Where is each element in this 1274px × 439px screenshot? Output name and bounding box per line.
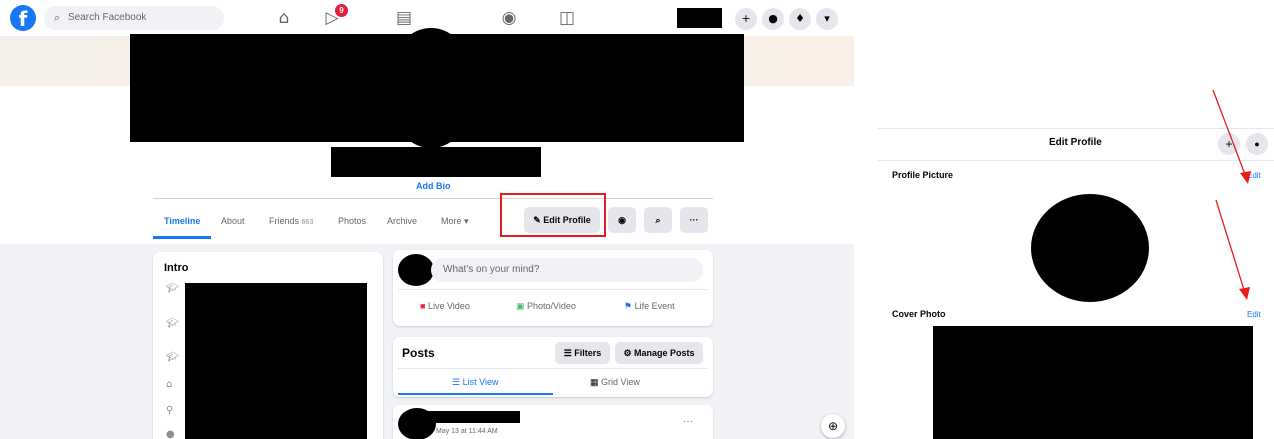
filters-label: Filters xyxy=(574,348,602,358)
grid-view-label: Grid View xyxy=(601,377,640,387)
watch-notification-badge: 9 xyxy=(335,4,348,17)
redacted-intro-details xyxy=(185,283,367,439)
redacted-profile-photo xyxy=(396,28,466,148)
annotation-arrows xyxy=(1212,89,1251,300)
arrow-to-profile-picture-edit xyxy=(1212,89,1247,178)
tab-about[interactable]: About xyxy=(221,216,245,226)
new-message-button[interactable]: ⊕ xyxy=(821,414,845,438)
facebook-profile-screenshot: f ⌕ Search Facebook ⌂ ▷ 9 ▤ ◉ ◫ + ● ♦ ▾ … xyxy=(0,0,854,439)
list-view-indicator xyxy=(398,393,553,395)
intro-title: Intro xyxy=(164,262,189,274)
more-options-button[interactable]: ··· xyxy=(680,207,708,233)
life-event-button[interactable]: ⚑ Life Event xyxy=(624,301,675,312)
edit-profile-dialog-title: Edit Profile xyxy=(1049,137,1102,148)
list-view-tab[interactable]: ☰ List View xyxy=(452,377,498,388)
messenger-icon[interactable]: ● xyxy=(762,8,784,30)
photo-video-icon: ▣ xyxy=(516,301,525,311)
header-divider xyxy=(153,198,713,199)
post-options-button[interactable]: ··· xyxy=(683,416,693,427)
posts-title: Posts xyxy=(402,346,435,360)
tab-archive[interactable]: Archive xyxy=(387,216,417,226)
friends-count: 663 xyxy=(301,219,314,226)
redacted-profile-name xyxy=(677,8,722,28)
edit-cover-photo-link[interactable]: Edit xyxy=(1247,310,1261,319)
home-icon[interactable]: ⌂ xyxy=(274,8,294,28)
filters-button[interactable]: ☰ Filters xyxy=(555,342,610,364)
gear-icon: ⚙ xyxy=(623,348,632,358)
redacted-cover-photo-preview xyxy=(933,326,1253,439)
life-event-label: Life Event xyxy=(634,301,675,311)
post-timestamp: May 13 at 11:44 AM xyxy=(436,428,498,435)
composer-divider xyxy=(398,289,708,290)
tab-friends[interactable]: Friends 663 xyxy=(269,216,313,226)
life-event-flag-icon: ⚑ xyxy=(624,301,633,311)
tab-friends-label: Friends xyxy=(269,216,300,226)
view-as-eye-icon[interactable]: ◉ xyxy=(608,207,636,233)
search-profile-icon[interactable]: ⌕ xyxy=(644,207,672,233)
search-input[interactable]: ⌕ Search Facebook xyxy=(44,6,224,30)
annotation-highlight-box xyxy=(500,193,606,237)
add-bio-link[interactable]: Add Bio xyxy=(416,181,451,191)
active-tab-indicator xyxy=(153,236,211,239)
manage-posts-label: Manage Posts xyxy=(634,348,695,358)
facebook-logo[interactable]: f xyxy=(10,5,36,31)
gaming-icon[interactable]: ◫ xyxy=(557,8,577,28)
live-video-label: Live Video xyxy=(427,301,470,311)
home-location-icon: ⌂ xyxy=(166,379,173,390)
redacted-profile-name-banner xyxy=(331,147,541,177)
caret-down-icon[interactable]: ▾ xyxy=(816,8,838,30)
arrowhead-profile-picture xyxy=(1240,171,1251,184)
photo-video-button[interactable]: ▣ Photo/Video xyxy=(516,301,576,312)
profile-picture-heading: Profile Picture xyxy=(892,170,954,180)
list-icon: ☰ xyxy=(452,377,461,387)
arrowhead-cover-photo xyxy=(1239,287,1250,300)
live-video-button[interactable]: ■ Live Video xyxy=(420,301,470,311)
marketplace-icon[interactable]: ▤ xyxy=(394,8,414,28)
posts-divider xyxy=(398,368,708,369)
location-pin-icon: ⚲ xyxy=(166,405,174,416)
redacted-profile-picture xyxy=(1031,194,1149,302)
tab-timeline[interactable]: Timeline xyxy=(164,216,200,226)
grid-icon: ▦ xyxy=(590,377,599,387)
list-view-label: List View xyxy=(462,377,499,387)
grid-view-tab[interactable]: ▦ Grid View xyxy=(590,377,640,388)
filters-icon: ☰ xyxy=(563,348,572,358)
redacted-composer-avatar xyxy=(398,254,434,286)
groups-icon[interactable]: ◉ xyxy=(499,8,519,28)
cover-photo-heading: Cover Photo xyxy=(892,309,946,319)
whats-on-your-mind-input[interactable]: What's on your mind? xyxy=(431,258,703,282)
tab-photos[interactable]: Photos xyxy=(338,216,366,226)
education-icon: 🎓︎ xyxy=(166,318,179,329)
search-placeholder: Search Facebook xyxy=(68,12,147,23)
education-icon: 🎓︎ xyxy=(166,283,179,294)
bell-icon[interactable]: ♦ xyxy=(789,8,811,30)
photo-video-label: Photo/Video xyxy=(527,301,576,311)
search-icon: ⌕ xyxy=(54,12,61,24)
manage-posts-button[interactable]: ⚙ Manage Posts xyxy=(615,342,703,364)
redacted-post-author xyxy=(420,411,520,423)
arrow-to-cover-photo-edit xyxy=(1215,199,1246,294)
live-video-icon: ■ xyxy=(420,301,426,311)
plus-icon[interactable]: + xyxy=(735,8,757,30)
tab-more[interactable]: More ▾ xyxy=(441,216,469,227)
clock-icon: ● xyxy=(166,429,175,439)
education-icon: 🎓︎ xyxy=(166,352,179,363)
